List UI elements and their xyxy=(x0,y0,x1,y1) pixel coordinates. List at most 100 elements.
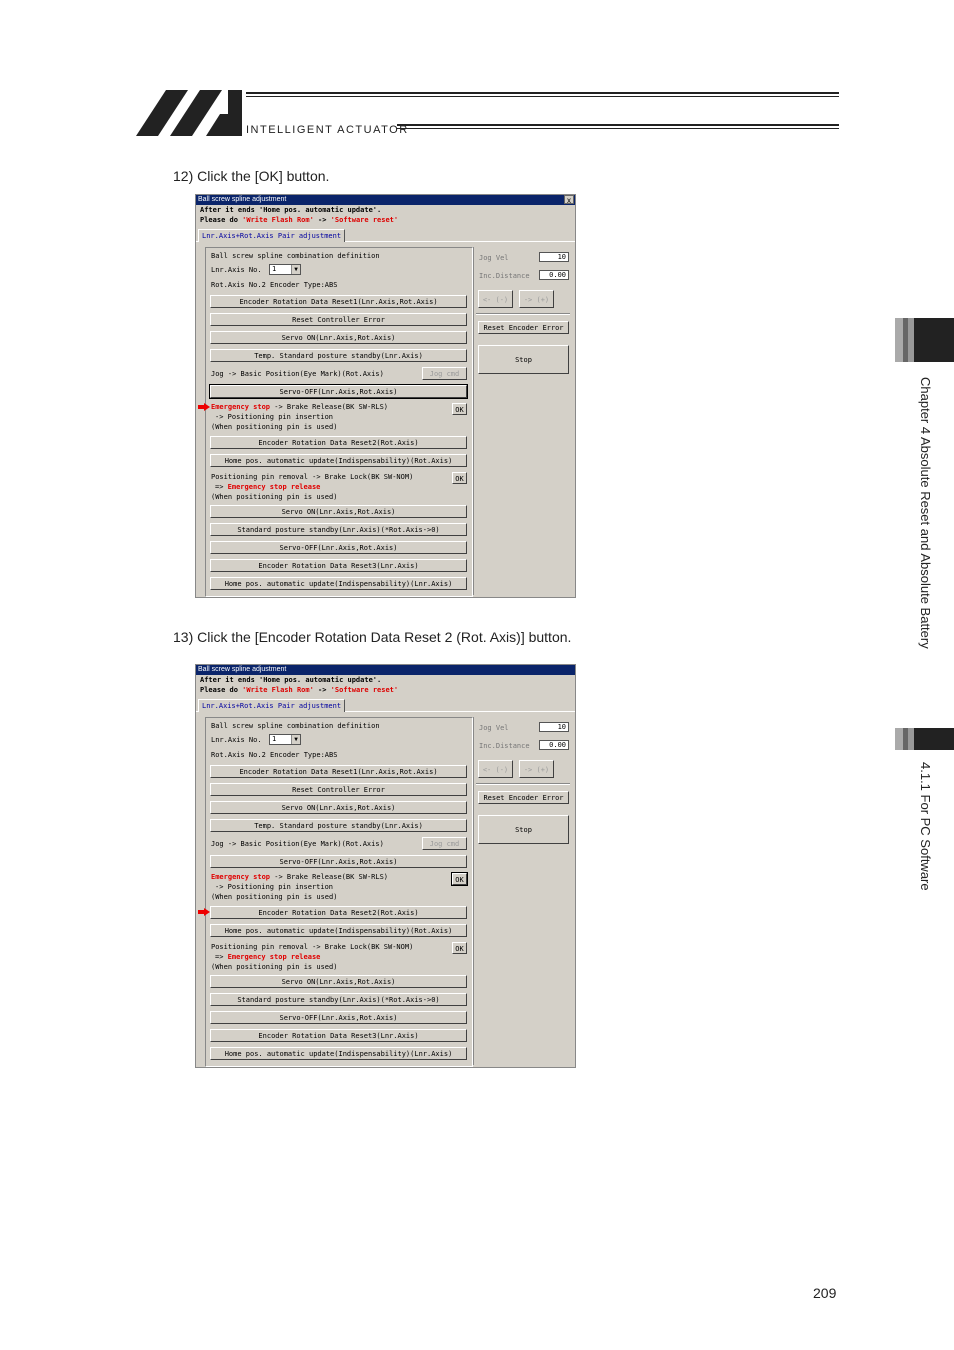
pin-insertion-text: -> Positioning pin insertion xyxy=(215,413,334,421)
inc-distance-label: Inc.Distance xyxy=(479,272,530,280)
dialog-message: After it ends 'Home pos. automatic updat… xyxy=(196,205,575,229)
dialog-titlebar: Ball screw spline adjustment xyxy=(196,665,575,675)
jog-vel-input[interactable]: 10 xyxy=(539,722,569,732)
jog-minus-button[interactable]: <- (-) xyxy=(478,290,513,308)
jog-plus-button[interactable]: -> (+) xyxy=(519,290,554,308)
inc-distance-label: Inc.Distance xyxy=(479,742,530,750)
stop-button[interactable]: Stop xyxy=(478,815,569,844)
jog-minus-button[interactable]: <- (-) xyxy=(478,760,513,778)
jog-vel-label: Jog Vel xyxy=(479,254,509,262)
dialog-title: Ball screw spline adjustment xyxy=(198,196,287,203)
header-rule xyxy=(246,96,839,97)
dialog-message: After it ends 'Home pos. automatic updat… xyxy=(196,675,575,699)
estop-release-line: => Emergency stop release xyxy=(215,483,321,491)
temp-standby-button[interactable]: Temp. Standard posture standby(Lnr.Axis) xyxy=(210,819,467,832)
temp-standby-button[interactable]: Temp. Standard posture standby(Lnr.Axis) xyxy=(210,349,467,362)
reset-controller-error-button[interactable]: Reset Controller Error xyxy=(210,783,467,796)
emergency-stop-line: Emergency stop -> Brake Release(BK SW-RL… xyxy=(211,873,389,881)
encoder-reset1-button[interactable]: Encoder Rotation Data Reset1(Lnr.Axis,Ro… xyxy=(210,295,467,308)
encoder-reset1-button[interactable]: Encoder Rotation Data Reset1(Lnr.Axis,Ro… xyxy=(210,765,467,778)
jog-vel-input[interactable]: 10 xyxy=(539,252,569,262)
servo-on-button[interactable]: Servo ON(Lnr.Axis,Rot.Axis) xyxy=(210,331,467,344)
inc-distance-input[interactable]: 0.00 xyxy=(539,740,569,750)
servo-off-button-2[interactable]: Servo-OFF(Lnr.Axis,Rot.Axis) xyxy=(210,541,467,554)
when-pin-used-text: (When positioning pin is used) xyxy=(211,893,338,901)
lnr-axis-select[interactable]: 1 ▼ xyxy=(269,264,301,275)
pin-insertion-text: -> Positioning pin insertion xyxy=(215,883,334,891)
combination-title: Ball screw spline combination definition xyxy=(211,722,380,730)
reset-encoder-error-button[interactable]: Reset Encoder Error xyxy=(478,321,569,334)
combination-title: Ball screw spline combination definition xyxy=(211,252,380,260)
inc-distance-input[interactable]: 0.00 xyxy=(539,270,569,280)
section-tab xyxy=(895,728,954,750)
standard-standby-button[interactable]: Standard posture standby(Lnr.Axis)(*Rot.… xyxy=(210,523,467,536)
when-pin-used-text: (When positioning pin is used) xyxy=(211,423,338,431)
close-icon[interactable]: x xyxy=(564,195,574,205)
dialog-title: Ball screw spline adjustment xyxy=(198,666,287,673)
standard-standby-button[interactable]: Standard posture standby(Lnr.Axis)(*Rot.… xyxy=(210,993,467,1006)
lnr-axis-select[interactable]: 1 ▼ xyxy=(269,734,301,745)
pin-removal-text: Positioning pin removal -> Brake Lock(BK… xyxy=(211,943,414,951)
servo-off-button-2[interactable]: Servo-OFF(Lnr.Axis,Rot.Axis) xyxy=(210,1011,467,1024)
servo-on-button-2[interactable]: Servo ON(Lnr.Axis,Rot.Axis) xyxy=(210,975,467,988)
chapter-tab xyxy=(895,318,954,362)
pointer-arrow-icon xyxy=(198,403,210,411)
ok-button[interactable]: OK xyxy=(451,872,468,886)
tab-pair-adjustment[interactable]: Lnr.Axis+Rot.Axis Pair adjustment xyxy=(198,229,346,242)
rot-axis-info: Rot.Axis No.2 Encoder Type:ABS xyxy=(211,751,338,759)
pin-removal-text: Positioning pin removal -> Brake Lock(BK… xyxy=(211,473,414,481)
chevron-down-icon: ▼ xyxy=(291,735,300,744)
header-rule xyxy=(246,92,839,94)
when-pin-used-text-2: (When positioning pin is used) xyxy=(211,493,338,501)
page-number: 209 xyxy=(813,1285,837,1301)
encoder-reset2-button[interactable]: Encoder Rotation Data Reset2(Rot.Axis) xyxy=(210,906,467,919)
reset-encoder-error-button[interactable]: Reset Encoder Error xyxy=(478,791,569,804)
home-update-lnr-button[interactable]: Home pos. automatic update(Indispensabil… xyxy=(210,577,467,590)
ball-screw-dialog-2: Ball screw spline adjustment After it en… xyxy=(195,664,576,1068)
home-update-rot-button[interactable]: Home pos. automatic update(Indispensabil… xyxy=(210,924,467,937)
message-line-1: After it ends 'Home pos. automatic updat… xyxy=(200,206,382,214)
right-separator xyxy=(476,313,570,315)
home-update-lnr-button[interactable]: Home pos. automatic update(Indispensabil… xyxy=(210,1047,467,1060)
jog-basic-position-text: Jog -> Basic Position(Eye Mark)(Rot.Axis… xyxy=(211,370,384,378)
encoder-reset3-button[interactable]: Encoder Rotation Data Reset3(Lnr.Axis) xyxy=(210,1029,467,1042)
brand-name: INTELLIGENT ACTUATOR xyxy=(246,124,409,136)
message-line-2: Please do 'Write Flash Rom' -> 'Software… xyxy=(200,686,399,694)
encoder-reset3-button[interactable]: Encoder Rotation Data Reset3(Lnr.Axis) xyxy=(210,559,467,572)
chapter-title: Chapter 4 Absolute Reset and Absolute Ba… xyxy=(918,377,933,649)
estop-release-line: => Emergency stop release xyxy=(215,953,321,961)
jog-cmd-button[interactable]: Jog cmd xyxy=(422,367,467,380)
ball-screw-dialog: Ball screw spline adjustment x After it … xyxy=(195,194,576,598)
header-rule xyxy=(397,128,839,129)
rot-axis-info: Rot.Axis No.2 Encoder Type:ABS xyxy=(211,281,338,289)
reset-controller-error-button[interactable]: Reset Controller Error xyxy=(210,313,467,326)
encoder-reset2-button[interactable]: Encoder Rotation Data Reset2(Rot.Axis) xyxy=(210,436,467,449)
when-pin-used-text-2: (When positioning pin is used) xyxy=(211,963,338,971)
right-separator xyxy=(476,783,570,785)
ok-button-2[interactable]: OK xyxy=(452,942,467,954)
step-12-instruction: 12) Click the [OK] button. xyxy=(173,168,330,184)
pointer-arrow-icon xyxy=(198,908,210,916)
chevron-down-icon: ▼ xyxy=(291,265,300,274)
lnr-axis-label: Lnr.Axis No. xyxy=(211,266,262,274)
servo-on-button[interactable]: Servo ON(Lnr.Axis,Rot.Axis) xyxy=(210,801,467,814)
home-update-rot-button[interactable]: Home pos. automatic update(Indispensabil… xyxy=(210,454,467,467)
servo-on-button-2[interactable]: Servo ON(Lnr.Axis,Rot.Axis) xyxy=(210,505,467,518)
servo-off-button[interactable]: Servo-OFF(Lnr.Axis,Rot.Axis) xyxy=(209,384,468,399)
emergency-stop-line: Emergency stop -> Brake Release(BK SW-RL… xyxy=(211,403,389,411)
ok-button-2[interactable]: OK xyxy=(452,472,467,484)
dialog-tabs: Lnr.Axis+Rot.Axis Pair adjustment xyxy=(196,699,575,712)
servo-off-button[interactable]: Servo-OFF(Lnr.Axis,Rot.Axis) xyxy=(210,855,467,868)
dialog-tabs: Lnr.Axis+Rot.Axis Pair adjustment xyxy=(196,229,575,242)
ok-button[interactable]: OK xyxy=(452,403,467,415)
jog-plus-button[interactable]: -> (+) xyxy=(519,760,554,778)
lnr-axis-label: Lnr.Axis No. xyxy=(211,736,262,744)
tab-pair-adjustment[interactable]: Lnr.Axis+Rot.Axis Pair adjustment xyxy=(198,699,346,712)
message-line-1: After it ends 'Home pos. automatic updat… xyxy=(200,676,382,684)
message-line-2: Please do 'Write Flash Rom' -> 'Software… xyxy=(200,216,399,224)
jog-vel-label: Jog Vel xyxy=(479,724,509,732)
jog-cmd-button[interactable]: Jog cmd xyxy=(422,837,467,850)
header-rule xyxy=(397,124,839,126)
stop-button[interactable]: Stop xyxy=(478,345,569,374)
section-title: 4.1.1 For PC Software xyxy=(918,762,933,891)
